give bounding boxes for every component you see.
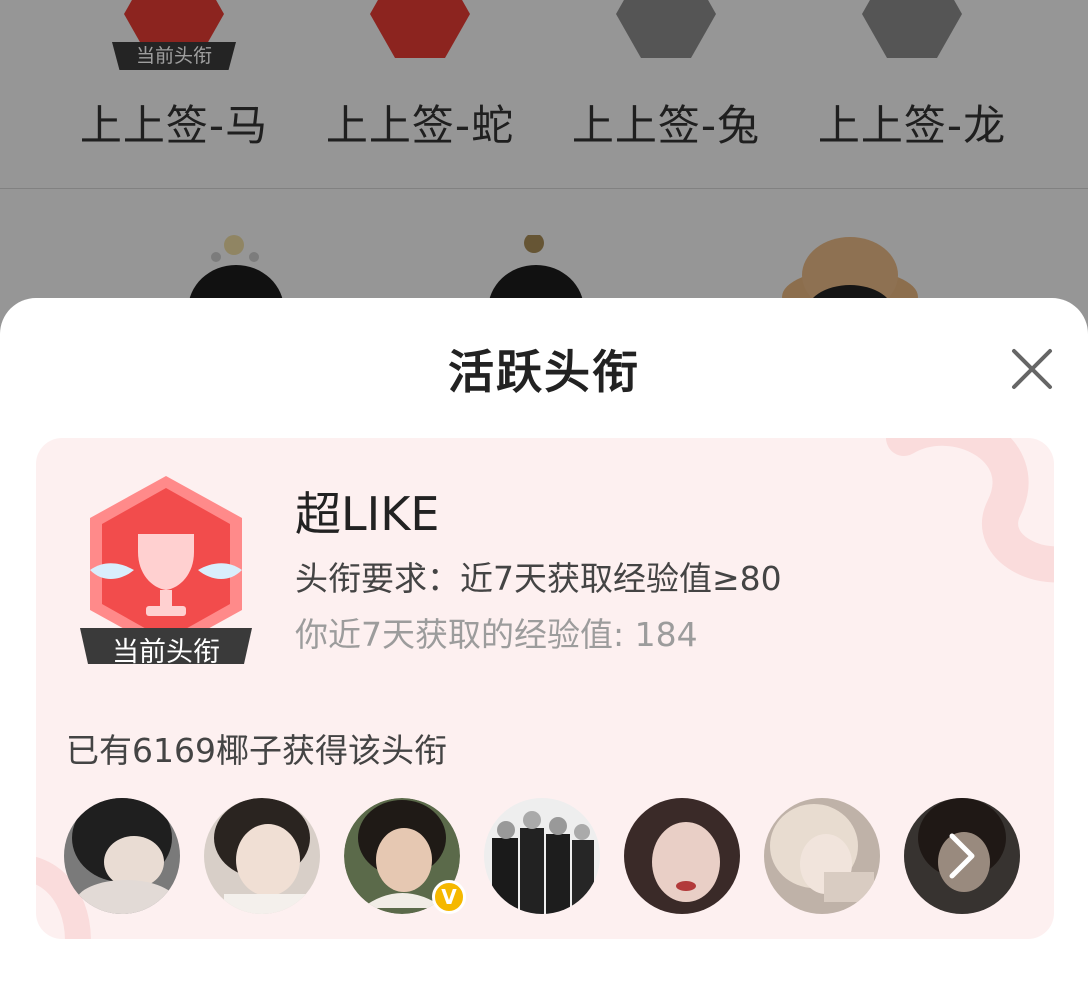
verified-badge-icon: V bbox=[432, 880, 466, 914]
avatar[interactable] bbox=[204, 798, 320, 914]
avatar[interactable] bbox=[764, 798, 880, 914]
title-requirement: 头衔要求：近7天获取经验值≥80 bbox=[295, 559, 782, 598]
current-title-tag: 当前头衔 bbox=[112, 637, 220, 668]
sheet-title: 活跃头衔 bbox=[448, 345, 640, 399]
my-experience-value: 你近7天获取的经验值: 184 bbox=[295, 615, 698, 654]
trophy-badge-icon: 当前头衔 bbox=[80, 474, 252, 674]
avatar[interactable] bbox=[624, 798, 740, 914]
title-name: 超LIKE bbox=[295, 487, 440, 541]
owners-count: 已有6169椰子获得该头衔 bbox=[66, 731, 447, 770]
avatar[interactable]: V bbox=[344, 798, 466, 914]
close-icon[interactable] bbox=[1006, 343, 1058, 395]
avatar[interactable] bbox=[64, 798, 180, 914]
avatar[interactable] bbox=[484, 798, 600, 914]
decorative-swirl-icon bbox=[886, 438, 1054, 583]
chevron-right-icon bbox=[949, 833, 975, 879]
owner-avatars: V bbox=[64, 798, 1024, 916]
title-card: 当前头衔 超LIKE 头衔要求：近7天获取经验值≥80 你近7天获取的经验值: … bbox=[36, 438, 1054, 939]
title-sheet: 活跃头衔 当前头衔 超LIKE 头衔要求：近7天获取经验值≥80 你近7天获取的… bbox=[0, 298, 1088, 995]
more-owners-button[interactable] bbox=[904, 798, 1020, 914]
